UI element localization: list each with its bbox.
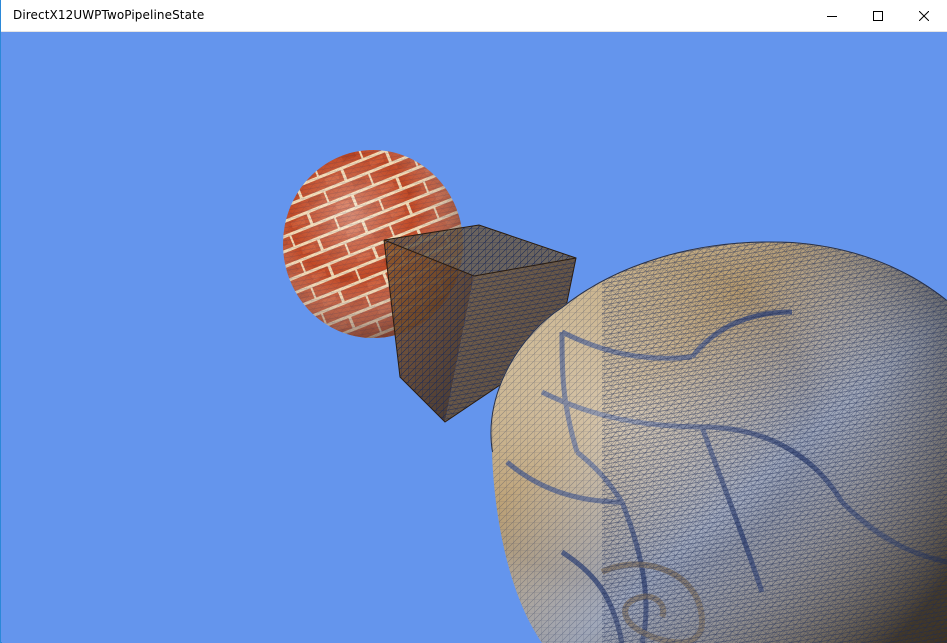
close-icon (919, 11, 929, 21)
minimize-button[interactable] (809, 0, 855, 32)
window-title: DirectX12UWPTwoPipelineState (13, 8, 205, 22)
close-button[interactable] (901, 0, 947, 32)
app-window: DirectX12UWPTwoPipelineState (0, 0, 947, 643)
title-bar[interactable]: DirectX12UWPTwoPipelineState (1, 0, 947, 32)
maximize-icon (873, 11, 883, 21)
minimize-icon (827, 16, 837, 17)
scene-canvas (2, 32, 947, 643)
maximize-button[interactable] (855, 0, 901, 32)
render-viewport[interactable] (2, 32, 947, 643)
